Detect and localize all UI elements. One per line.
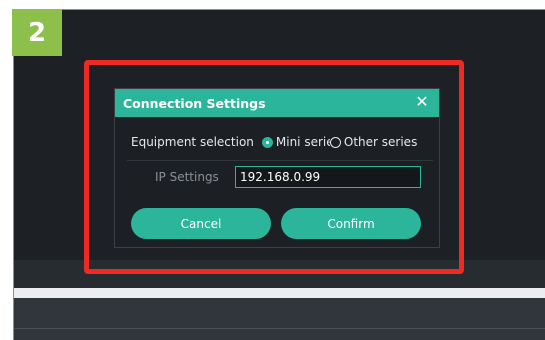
radio-checked-icon[interactable] [261,136,273,148]
connection-settings-dialog: Connection Settings ✕ Equipment selectio… [114,88,440,248]
dialog-header: Connection Settings ✕ [115,89,439,117]
radio-option-other-series[interactable]: Other series [329,135,418,149]
dialog-title: Connection Settings [123,95,266,111]
equipment-selection-row: Equipment selection Mini series Other se… [131,133,417,151]
background-panel [14,260,545,288]
close-icon[interactable]: ✕ [413,93,431,111]
other-series-label: Other series [343,135,418,149]
divider [127,160,433,161]
ip-address-input[interactable] [235,166,421,188]
confirm-button[interactable]: Confirm [281,208,421,239]
cancel-button[interactable]: Cancel [131,208,271,239]
step-number-badge: 2 [12,9,62,56]
background-divider-bar [14,288,545,298]
background-line [14,328,545,329]
mini-series-label: Mini series [275,135,330,149]
ip-settings-label: IP Settings [155,170,219,184]
radio-unchecked-icon[interactable] [329,136,341,148]
background-panel-lower [14,298,545,340]
radio-option-mini-series[interactable]: Mini series [261,135,330,149]
equipment-selection-label: Equipment selection [131,135,254,149]
